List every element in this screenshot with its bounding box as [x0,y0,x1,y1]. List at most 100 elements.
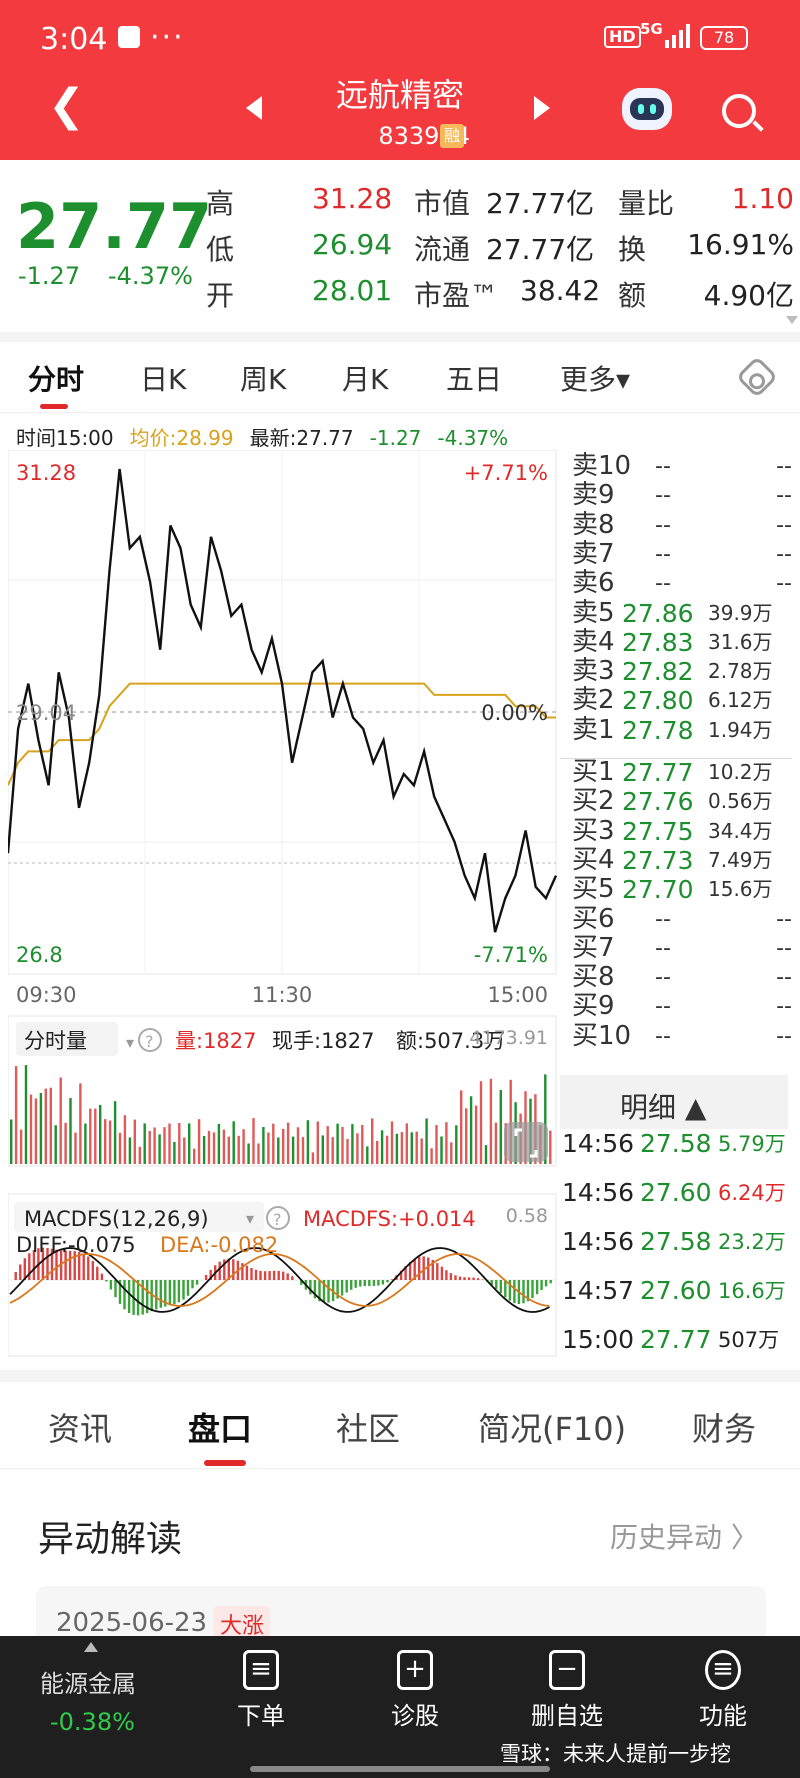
ai-assistant-icon[interactable] [622,88,672,130]
details-title[interactable]: 明细 ▲ [620,1086,706,1126]
tab-daily-k[interactable]: 日K [140,358,186,398]
volume-bar [469,1096,473,1164]
macd-bar [472,1277,475,1280]
ask-row[interactable]: 卖6 -- -- [560,569,792,598]
macd-bar [540,1280,543,1291]
bid-row[interactable]: 买9 -- -- [560,992,792,1021]
macd-bar [377,1280,380,1286]
volume-bar [430,1148,433,1164]
tab-order-panel[interactable]: 盘口 [188,1404,252,1450]
detail-price: 27.60 [640,1178,712,1207]
expand-quote-icon[interactable] [786,316,798,324]
bid-row[interactable]: 买7 -- -- [560,933,792,963]
bid-row[interactable]: 买5 27.70 15.6万 [560,875,792,905]
volume-bar [291,1136,295,1164]
bid-row[interactable]: 买2 27.76 0.56万 [560,787,792,817]
ask-row[interactable]: 卖10 -- -- [560,452,792,481]
macd-bar [359,1280,362,1287]
y-max-label: 31.28 [16,461,76,485]
volume-bar [212,1132,216,1164]
volume-bar [168,1123,171,1164]
volume-bar [202,1136,206,1164]
order-button[interactable]: ≡ 下单 [206,1650,316,1731]
volume-bar [197,1119,201,1164]
ask-row[interactable]: 卖5 27.86 39.9万 [560,598,792,628]
detail-volume: 5.79万 [718,1132,786,1156]
home-indicator[interactable] [250,1766,550,1772]
volume-bar [296,1127,300,1164]
sector-name[interactable]: 能源金属 [40,1664,136,1699]
search-icon[interactable] [722,94,756,128]
back-button[interactable]: ❮ [48,84,85,128]
bid-volume: -- [776,906,792,932]
detail-time: 15:00 [562,1325,635,1354]
margin-badge: 融 [440,124,464,148]
history-events-link[interactable]: 历史异动 〉 [610,1516,759,1556]
macd-bar [436,1263,439,1280]
trade-detail-row: 14:56 27.58 23.2万 [562,1222,794,1262]
macd-bar [259,1270,262,1280]
tab-community[interactable]: 社区 [336,1404,400,1450]
detail-volume: 16.6万 [718,1279,786,1303]
intraday-chart[interactable]: 31.28 +7.71% 29.04 0.00% 26.8 -7.71% 09:… [8,450,558,1360]
volume-bar [272,1123,275,1164]
tab-weekly-k[interactable]: 周K [240,358,286,398]
section-title: 异动解读 [38,1519,183,1560]
bid-row[interactable]: 买6 -- -- [560,904,792,934]
remove-watchlist-button[interactable]: − 删自选 [512,1650,622,1731]
ask-price: 27.86 [622,598,694,628]
volume-bar [262,1127,265,1164]
tab-finance[interactable]: 财务 [692,1404,756,1450]
prev-stock-arrow-icon[interactable] [246,96,262,120]
tab-monthly-k[interactable]: 月K [342,358,388,398]
sector-expand-icon[interactable] [84,1642,98,1652]
bid-row[interactable]: 买4 27.73 7.49万 [560,845,792,875]
bid-row[interactable]: 买8 -- -- [560,963,792,992]
ask-row[interactable]: 卖1 27.78 1.94万 [560,715,792,745]
detail-time: 14:56 [562,1178,635,1207]
menu-icon: ≡ [705,1650,741,1690]
volume-bar [395,1133,399,1164]
tab-news[interactable]: 资讯 [48,1404,112,1450]
detail-price: 27.58 [640,1227,712,1256]
macd-bar [263,1271,267,1280]
ask-row[interactable]: 卖9 -- -- [560,481,792,510]
functions-button[interactable]: ≡ 功能 [668,1650,778,1731]
tab-more[interactable]: 更多▾ [560,358,630,398]
bid-row[interactable]: 买3 27.75 34.4万 [560,816,792,846]
tab-intraday[interactable]: 分时 [28,358,84,398]
ask-row[interactable]: 卖7 -- -- [560,539,792,569]
volume-bar [425,1118,428,1164]
ask-row[interactable]: 卖3 27.82 2.78万 [560,657,792,687]
macd-bar [286,1273,289,1280]
order-icon: ≡ [243,1650,279,1690]
help-icon-glyph: ? [145,1032,154,1051]
volume-bar [188,1123,191,1164]
ask-volume: -- [776,483,792,509]
macd-bar [268,1271,271,1280]
tab-five-day[interactable]: 五日 [446,358,502,398]
bid-row[interactable]: 买1 27.77 10.2万 [560,758,792,788]
volume-selector: 分时量 [24,1029,87,1053]
high-value: 31.28 [312,182,393,215]
tab-profile-f10[interactable]: 简况(F10) [478,1404,626,1450]
diagnose-button[interactable]: + 诊股 [360,1650,470,1731]
ask-row[interactable]: 卖4 27.83 31.6万 [560,627,792,657]
volume-bar [257,1143,260,1164]
ask-volume: -- [776,541,792,567]
ask-row[interactable]: 卖2 27.80 6.12万 [560,686,792,716]
next-stock-arrow-icon[interactable] [534,96,550,120]
functions-label: 功能 [699,1702,747,1730]
chart-settings-icon[interactable] [735,355,779,399]
bid-row[interactable]: 买10 -- -- [560,1021,792,1051]
volume-bar [371,1118,374,1164]
event-date: 2025-06-23 [56,1608,208,1638]
volume-bar [549,1130,552,1164]
bid-volume: 0.56万 [708,789,773,814]
macd-bar [250,1268,253,1280]
macd-bar [504,1280,507,1298]
macd-bar [186,1280,190,1296]
ask-row[interactable]: 卖8 -- -- [560,510,792,540]
volume-bar [24,1065,28,1164]
ask-volume: 39.9万 [708,600,773,625]
